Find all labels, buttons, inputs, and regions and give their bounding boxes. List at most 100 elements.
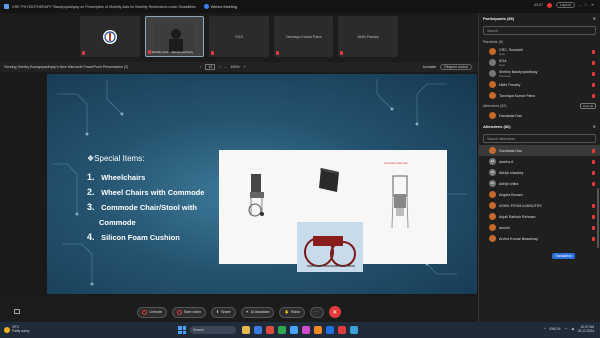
attendee-name: Aastha A xyxy=(499,159,514,164)
panelist-row[interactable]: KOA Host xyxy=(479,57,600,68)
panelist-row[interactable]: CRC, Sundarki Host xyxy=(479,46,600,57)
attendees-group[interactable]: Attendees (82) View all xyxy=(479,101,600,110)
camera-feed-icon xyxy=(154,21,195,52)
page-number[interactable]: 10 xyxy=(205,64,216,70)
translation-tooltip[interactable]: Translation xyxy=(552,253,575,259)
share-button[interactable]: ⬆ Share xyxy=(211,306,236,318)
language-indicator[interactable]: ENG IN xyxy=(549,327,560,331)
zoom-out-icon[interactable]: – xyxy=(224,65,226,69)
item-text: Wheelchairs xyxy=(101,173,146,182)
thumbnail-logo[interactable] xyxy=(80,16,140,57)
maximize-icon[interactable]: □ xyxy=(585,3,587,7)
edge-icon[interactable] xyxy=(254,326,262,334)
annotate-button[interactable]: Annotate xyxy=(423,65,437,69)
app-icon[interactable] xyxy=(338,326,346,334)
avatar xyxy=(489,191,496,198)
weather-widget[interactable]: 29°C Partly sunny xyxy=(4,326,30,333)
item-continuation: Commode xyxy=(99,218,136,227)
windows-start-icon[interactable] xyxy=(178,326,186,334)
more-icon: ⋯ xyxy=(315,310,319,314)
attendee-row[interactable]: Dandaula Das xyxy=(479,145,600,156)
panelists-group[interactable]: Panelists (5) xyxy=(479,37,600,46)
window-title: CRE 'PHYSIOTHERAPY' Bandyopadhyay on Pre… xyxy=(12,4,196,9)
panelist-name-text: Shelley Bandyopadhyay xyxy=(499,69,538,74)
app-icon[interactable] xyxy=(278,326,286,334)
participants-search[interactable]: Search xyxy=(483,26,596,35)
panel-close-icon[interactable]: ✕ xyxy=(593,16,596,21)
view-all-button[interactable]: View all xyxy=(579,102,596,109)
webex-taskbar-icon[interactable] xyxy=(326,326,334,334)
weather-desc: Partly sunny xyxy=(12,329,30,333)
prev-page-icon[interactable]: ‹ xyxy=(200,65,201,69)
muted-mic-icon xyxy=(592,203,595,208)
panelist-name-text: CRC, Sundarki xyxy=(499,47,523,52)
ai-assistant-button[interactable]: ✦ AI Assistant xyxy=(240,306,275,318)
muted-mic-icon xyxy=(592,148,595,153)
attendee-row[interactable]: AA Aastha A xyxy=(479,156,600,167)
app-icon[interactable] xyxy=(266,326,274,334)
volume-icon[interactable]: ◀ xyxy=(571,327,573,331)
attendee-row[interactable]: ASHIK FROM A MINUTES xyxy=(479,200,600,211)
list-item: 1. Wheelchairs xyxy=(87,170,204,185)
raise-hand-button[interactable]: ✋ Raise xyxy=(279,306,306,318)
hand-icon: ✋ xyxy=(284,310,289,314)
close-icon[interactable]: ✕ xyxy=(591,3,594,7)
attendee-row[interactable]: Arvind Kumar Beautmay xyxy=(479,233,600,244)
app-icon[interactable] xyxy=(290,326,298,334)
list-item: 3. Commode Chair/Stool with xyxy=(87,200,204,215)
avatar xyxy=(489,224,496,231)
panel-scrollbar[interactable] xyxy=(597,188,599,248)
muted-mic-icon xyxy=(592,170,595,175)
attendee-name: anushi xyxy=(499,225,510,230)
zoom-level[interactable]: 100% xyxy=(230,65,239,69)
attendee-row[interactable]: anushi xyxy=(479,222,600,233)
minimize-icon[interactable]: – xyxy=(579,3,581,7)
avatar xyxy=(489,213,496,220)
clock-date: 03-12-2024 xyxy=(577,329,594,333)
thumbnail-participant[interactable]: SGS xyxy=(209,16,269,57)
meeting-label[interactable]: Webex Meeting xyxy=(203,4,237,9)
avatar xyxy=(489,112,496,119)
attendees-close-icon[interactable]: ✕ xyxy=(593,124,596,129)
request-control-button[interactable]: Request control xyxy=(440,64,472,70)
app-icon[interactable] xyxy=(314,326,322,334)
panelist-row[interactable]: Shelley Bandyopadhyay Presenter xyxy=(479,68,600,79)
attendee-name: Angela Bonam xyxy=(499,192,523,197)
next-page-icon[interactable]: › xyxy=(219,65,220,69)
avatar xyxy=(489,202,496,209)
unmute-label: Unmute xyxy=(149,310,162,314)
start-video-button[interactable]: Start video xyxy=(171,306,207,318)
attendee-row[interactable]: Dandaula Das xyxy=(479,110,600,121)
attendee-row[interactable]: Anjali Rathish Rehman xyxy=(479,211,600,222)
wifi-icon[interactable]: ◠ xyxy=(564,327,567,331)
zoom-in-icon[interactable]: + xyxy=(244,65,246,69)
leave-meeting-button[interactable]: ✕ xyxy=(328,306,341,318)
thumbnail-participant[interactable]: Nidhi Pandey xyxy=(338,16,399,57)
tray-chevron-icon[interactable]: ^ xyxy=(544,327,546,331)
more-options-button[interactable]: ⋯ xyxy=(310,306,324,318)
panelist-row[interactable]: Nidhi Pandey xyxy=(479,79,600,90)
item-number: 4. xyxy=(87,232,95,242)
clock[interactable]: 10:07 AM 03-12-2024 xyxy=(578,325,594,333)
panelist-row[interactable]: Tanmaya Kumar Patra xyxy=(479,90,600,101)
unmute-button[interactable]: Unmute xyxy=(137,306,167,318)
file-explorer-icon[interactable] xyxy=(242,326,250,334)
thumbnail-camera[interactable]: Mobility Aids... Bandyopadhyay xyxy=(144,16,205,57)
muted-mic-icon xyxy=(275,51,279,55)
share-description: Viewing Shelley Bandyopadhyay's New Micr… xyxy=(4,65,129,69)
attendee-row[interactable]: AC Abhijit chaubey xyxy=(479,167,600,178)
attendees-search[interactable]: Search attendees xyxy=(483,134,596,143)
attendee-row[interactable]: AC Abhijit chiba xyxy=(479,178,600,189)
muted-mic-icon xyxy=(592,159,595,164)
panelists-group-label: Panelists (5) xyxy=(483,39,503,44)
attendees-header: Attendees (82) ✕ xyxy=(479,121,600,132)
muted-mic-icon xyxy=(592,214,595,219)
app-icon[interactable] xyxy=(302,326,310,334)
attendee-row[interactable]: Angela Bonam xyxy=(479,189,600,200)
panelist-name: Nidhi Pandey xyxy=(499,82,521,87)
thumbnail-participant[interactable]: Tanmaya Kumar Patra xyxy=(273,16,334,57)
layout-button[interactable]: Layout xyxy=(556,2,575,8)
sports-wheelchair-image xyxy=(297,222,363,272)
app-icon[interactable] xyxy=(350,326,358,334)
taskbar-search[interactable]: Search xyxy=(190,326,236,334)
